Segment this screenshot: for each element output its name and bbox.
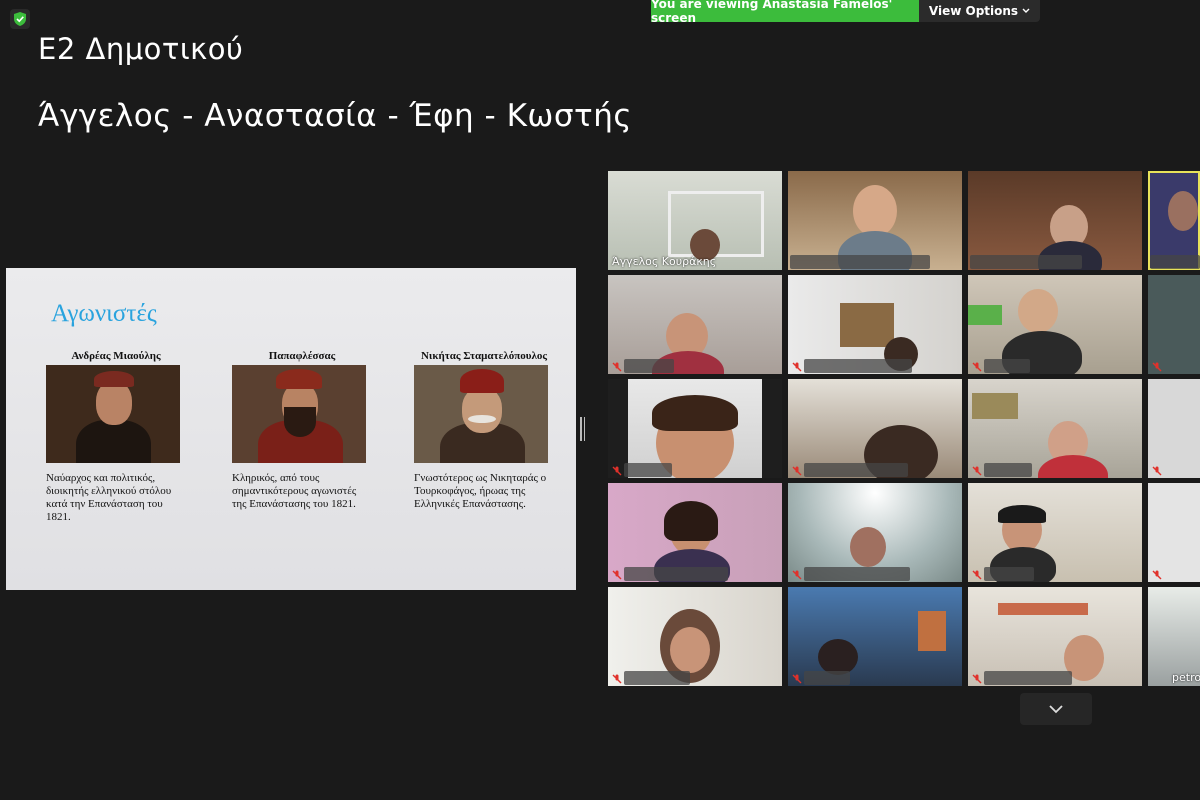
participant-tile[interactable] — [788, 587, 962, 686]
participant-tile[interactable] — [968, 379, 1142, 478]
slide-title: Αγωνιστές — [51, 300, 157, 327]
name-redacted-bar — [984, 567, 1034, 581]
mic-muted-icon — [792, 674, 802, 684]
mic-muted-icon — [972, 466, 982, 476]
mic-muted-icon — [792, 362, 802, 372]
view-options-label: View Options — [928, 4, 1019, 18]
participant-tile[interactable]: petro — [1148, 587, 1200, 686]
participant-tile[interactable] — [608, 379, 782, 478]
name-redacted-bar — [624, 567, 728, 581]
class-title: Ε2 Δημοτικού — [38, 32, 244, 66]
name-redacted-bar — [624, 463, 672, 477]
participant-tile[interactable] — [968, 171, 1142, 270]
mic-muted-icon — [972, 362, 982, 372]
mic-muted-icon — [612, 570, 622, 580]
name-redacted-bar — [984, 359, 1030, 373]
participant-tile[interactable] — [608, 587, 782, 686]
mic-muted-icon — [972, 674, 982, 684]
participant-tile[interactable] — [788, 171, 962, 270]
participant-tile[interactable] — [788, 275, 962, 374]
mic-muted-icon — [792, 570, 802, 580]
participant-tile[interactable] — [608, 483, 782, 582]
portrait-image — [232, 365, 366, 463]
fighter-name: Νικήτας Σταματελόπουλος — [420, 350, 547, 362]
viewing-screen-banner: You are viewing Anastasia Famelos' scree… — [651, 0, 919, 25]
participant-tile[interactable] — [1148, 483, 1200, 582]
participant-name-label: petro — [1172, 671, 1200, 684]
portrait-image — [46, 365, 180, 463]
name-redacted-bar — [1150, 255, 1200, 269]
name-redacted-bar — [804, 359, 912, 373]
mic-muted-icon — [1152, 466, 1162, 476]
name-redacted-bar — [624, 671, 690, 685]
name-redacted-bar — [790, 255, 930, 269]
fighter-description: Κληρικός, από τους σημαντικότερους αγωνι… — [232, 472, 357, 510]
shared-slide: Αγωνιστές Ανδρέας Μιαούλης Ναύαρχος και … — [6, 268, 576, 590]
mic-muted-icon — [1152, 362, 1162, 372]
fighter-name: Ανδρέας Μιαούλης — [71, 350, 161, 362]
participant-name-label: Άγγελος Κουράκης — [612, 255, 717, 268]
security-shield-icon[interactable] — [10, 9, 30, 29]
participant-tile-active-speaker[interactable] — [1148, 171, 1200, 270]
fighter-description: Γνωστότερος ως Νικηταράς ο Τουρκοφάγος, … — [414, 472, 547, 510]
participant-tile[interactable] — [788, 379, 962, 478]
student-names: Άγγελος - Αναστασία - Έφη - Κωστής — [38, 98, 633, 134]
participant-tile[interactable] — [1148, 275, 1200, 374]
fighter-name: Παπαφλέσσας — [268, 350, 336, 362]
participant-tile[interactable] — [788, 483, 962, 582]
name-redacted-bar — [804, 463, 908, 477]
name-redacted-bar — [804, 567, 910, 581]
fighter-description: Ναύαρχος και πολιτικός, διοικητής ελληνι… — [46, 472, 172, 523]
name-redacted-bar — [624, 359, 674, 373]
mic-muted-icon — [612, 674, 622, 684]
next-page-button[interactable] — [1020, 693, 1092, 725]
participant-tile[interactable] — [1148, 379, 1200, 478]
mic-muted-icon — [972, 570, 982, 580]
name-redacted-bar — [984, 463, 1032, 477]
name-redacted-bar — [804, 671, 850, 685]
fighter-card-papaflessas: Παπαφλέσσας Κληρικός, από τους σημαντικό… — [232, 350, 372, 511]
mic-muted-icon — [1152, 570, 1162, 580]
participant-tile[interactable] — [608, 275, 782, 374]
chevron-down-icon — [1022, 8, 1030, 13]
name-redacted-bar — [984, 671, 1072, 685]
view-options-button[interactable]: View Options — [919, 0, 1040, 22]
chevron-down-icon — [1049, 705, 1063, 714]
participant-tile[interactable]: Άγγελος Κουράκης — [608, 171, 782, 270]
participant-tile[interactable] — [968, 483, 1142, 582]
mic-muted-icon — [792, 466, 802, 476]
mic-muted-icon — [612, 466, 622, 476]
split-view-handle[interactable] — [580, 417, 585, 441]
mic-muted-icon — [612, 362, 622, 372]
fighter-card-stamatelopoulos: Νικήτας Σταματελόπουλος Γνωστότερος ως Ν… — [414, 350, 554, 511]
participant-tile[interactable] — [968, 587, 1142, 686]
fighter-card-miaoulis: Ανδρέας Μιαούλης Ναύαρχος και πολιτικός,… — [46, 350, 186, 524]
name-redacted-bar — [970, 255, 1082, 269]
portrait-image — [414, 365, 548, 463]
participant-tile[interactable] — [968, 275, 1142, 374]
